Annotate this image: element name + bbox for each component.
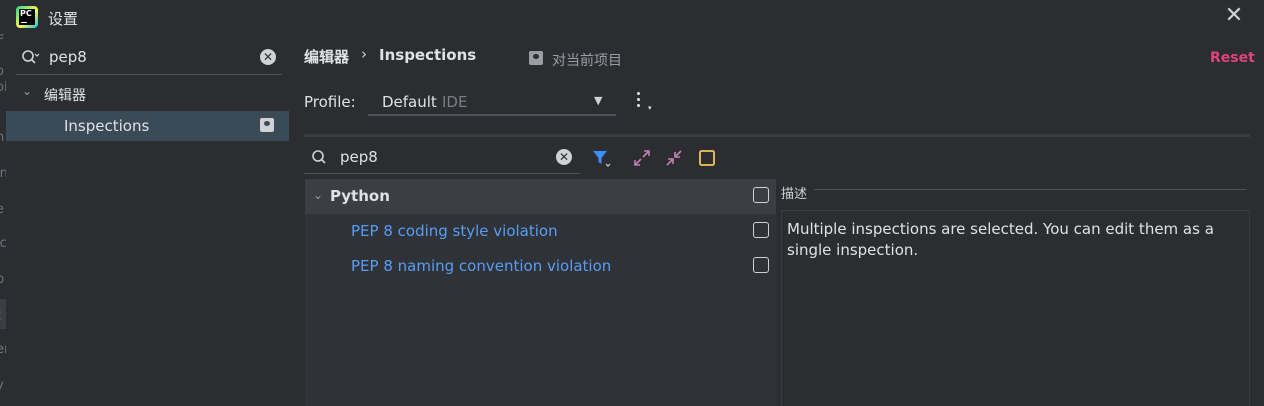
close-icon[interactable]: ✕ <box>1222 4 1246 28</box>
breadcrumb-inspections: Inspections <box>379 46 477 64</box>
tree-row-python[interactable]: ⌄ Python <box>305 179 776 214</box>
edge-fragment: e <box>0 202 4 217</box>
dropdown-arrow-icon: ▼ <box>594 94 603 107</box>
profile-scope: IDE <box>442 93 468 111</box>
breadcrumb-separator: › <box>361 45 367 63</box>
edge-fragment: y <box>0 378 4 393</box>
splitter[interactable] <box>777 179 778 406</box>
clear-search-icon[interactable]: ✕ <box>260 49 276 65</box>
edge-fragment: t <box>0 308 1 323</box>
edge-fragment: e <box>0 34 4 43</box>
search-icon <box>22 50 40 64</box>
inspections-search-value: pep8 <box>340 148 378 166</box>
breadcrumb-editor[interactable]: 编辑器 <box>304 46 349 67</box>
settings-search-value: pep8 <box>49 48 87 66</box>
project-scope-icon <box>260 118 274 132</box>
inspection-checkbox[interactable] <box>753 222 769 238</box>
tree-item-inspections[interactable]: Inspections <box>6 111 289 141</box>
tree-row-label: Python <box>330 187 390 205</box>
description-text: Multiple inspections are selected. You c… <box>787 220 1214 259</box>
window-title: 设置 <box>48 10 79 28</box>
pycharm-logo-icon: PC <box>16 6 38 28</box>
edge-fragment: n <box>0 130 5 145</box>
divider <box>814 189 1247 190</box>
search-icon <box>312 150 326 164</box>
inspection-item[interactable]: PEP 8 coding style violation <box>351 222 558 240</box>
profile-value: Default <box>382 93 437 111</box>
divider <box>304 134 1250 137</box>
profile-label: Profile: <box>304 93 356 111</box>
collapse-all-icon[interactable] <box>664 148 684 168</box>
tree-group-label: 编辑器 <box>44 88 86 104</box>
profile-dropdown[interactable]: Default IDE ▼ <box>368 88 616 116</box>
project-scope-label: 对当前项目 <box>552 53 622 69</box>
clear-search-icon[interactable]: ✕ <box>556 149 572 165</box>
expand-all-icon[interactable] <box>632 148 652 168</box>
edge-fragment: p <box>0 272 5 287</box>
description-title: 描述 <box>781 187 808 202</box>
project-scope-icon <box>529 51 543 65</box>
reset-button[interactable]: Reset <box>1210 50 1255 66</box>
python-checkbox[interactable] <box>753 187 769 203</box>
inspections-search-input[interactable]: pep8 ✕ <box>304 143 580 174</box>
inspection-checkbox[interactable] <box>753 257 769 273</box>
filter-icon[interactable] <box>591 148 611 168</box>
settings-search-input[interactable]: pep8 ✕ <box>16 42 282 75</box>
inspection-item[interactable]: PEP 8 naming convention violation <box>351 257 611 275</box>
chevron-down-icon[interactable]: ⌄ <box>313 188 323 202</box>
edge-fragment: o <box>0 64 4 79</box>
reset-to-default-icon[interactable] <box>697 148 717 168</box>
more-options-icon[interactable]: ▾ <box>637 92 652 112</box>
chevron-down-icon[interactable]: ⌄ <box>22 84 32 98</box>
tree-item-label: Inspections <box>64 117 150 135</box>
title-bar <box>0 0 1264 34</box>
